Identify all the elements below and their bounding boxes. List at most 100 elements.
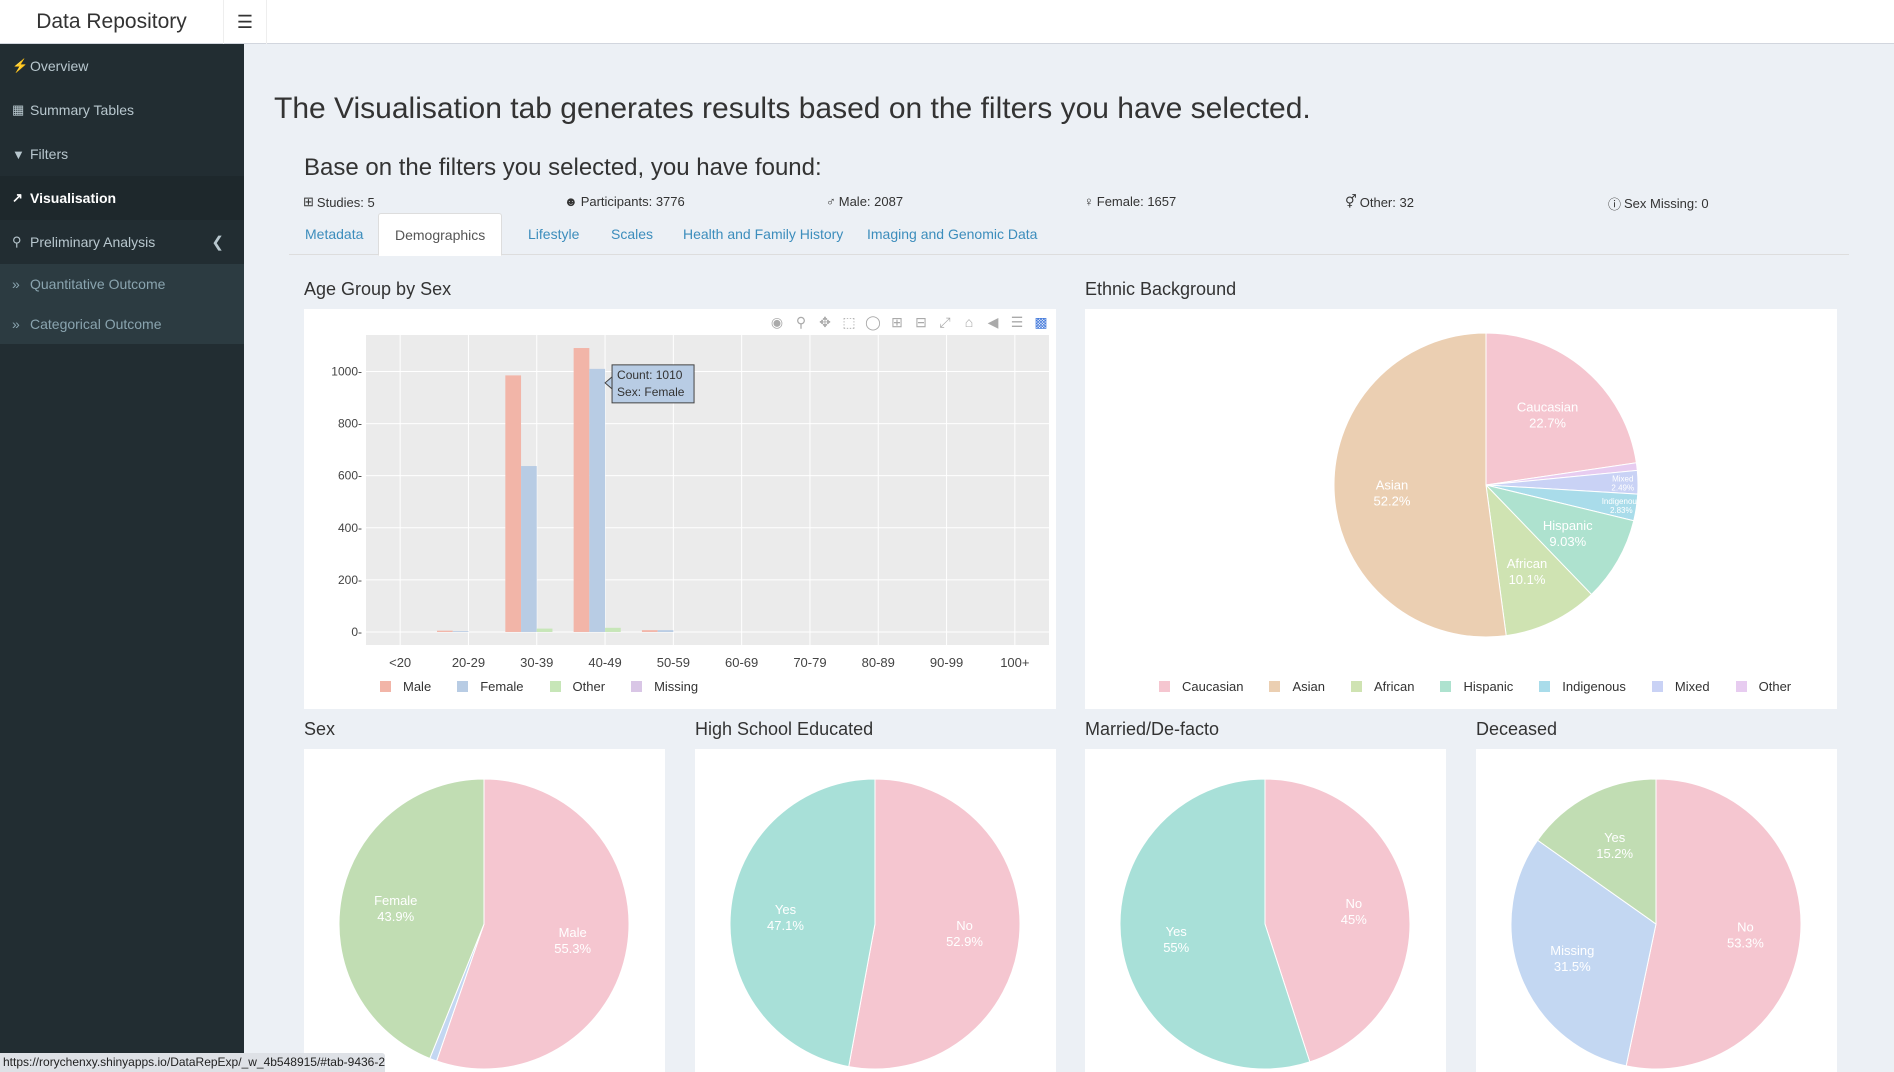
- sex-chart-title: Sex: [304, 719, 336, 739]
- legend-item-male[interactable]: Male: [380, 679, 431, 694]
- sidebar-item-label: Preliminary Analysis: [30, 234, 156, 250]
- y-tick-label: 0-: [351, 625, 362, 639]
- legend-label: Caucasian: [1182, 679, 1244, 694]
- sidebar-item-filters[interactable]: ▼ Filters: [0, 132, 244, 176]
- married-chart-title: Married/De-facto: [1085, 719, 1220, 739]
- x-tick-label: 60-69: [725, 655, 758, 670]
- legend-label: Female: [480, 679, 524, 694]
- search-icon: ⚲: [12, 234, 22, 249]
- legend-label: Hispanic: [1463, 679, 1514, 694]
- sidebar-item-summary-tables[interactable]: ▦ Summary Tables: [0, 88, 244, 132]
- pie-label: Mixed: [1612, 474, 1633, 483]
- legend-label: Indigenous: [1562, 679, 1626, 694]
- age-chart-legend: Male Female Other Missing: [380, 679, 724, 694]
- sidebar-item-categorical-outcome[interactable]: » Categorical Outcome: [0, 304, 244, 344]
- legend-item-asian[interactable]: Asian: [1269, 679, 1325, 694]
- pie-pct: 2.49%: [1611, 483, 1634, 492]
- pie-label: Yes: [1604, 830, 1626, 845]
- tooltip-sex: Sex: Female: [617, 385, 685, 399]
- pie-pct: 43.9%: [377, 909, 414, 924]
- pie-pct: 9.03%: [1549, 534, 1586, 549]
- tab-scales[interactable]: Scales: [595, 213, 669, 255]
- stat-label: Female: 1657: [1096, 194, 1177, 209]
- legend-item-female[interactable]: Female: [457, 679, 524, 694]
- pie-pct: 53.3%: [1727, 935, 1764, 950]
- legend-item-missing[interactable]: Missing: [631, 679, 698, 694]
- legend-label: Male: [403, 679, 432, 694]
- sidebar-item-overview[interactable]: ⚡ Overview: [0, 44, 244, 88]
- y-tick-label: 400-: [338, 521, 362, 535]
- app-title[interactable]: Data Repository: [0, 0, 224, 44]
- x-tick-label: <20: [389, 655, 411, 670]
- pie-pct: 15.2%: [1596, 846, 1633, 861]
- deceased-chart-title: Deceased: [1476, 719, 1558, 739]
- sidebar-item-visualisation[interactable]: ↗ Visualisation: [0, 176, 244, 220]
- deceased-pie-svg: No53.3% Missing31.5% Yes15.2%: [1510, 778, 1802, 1070]
- x-tick-label: 70-79: [793, 655, 826, 670]
- legend-swatch: [1440, 681, 1452, 692]
- sidebar-item-label: Visualisation: [30, 190, 117, 206]
- legend-item-indigenous[interactable]: Indigenous: [1539, 679, 1626, 694]
- x-tick-label: 20-29: [452, 655, 485, 670]
- legend-item-caucasian[interactable]: Caucasian: [1159, 679, 1243, 694]
- x-tick-label: 50-59: [657, 655, 690, 670]
- sex-chart-panel: Male 55.3% Female 43.9%: [304, 749, 665, 1072]
- tab-lifestyle[interactable]: Lifestyle: [512, 213, 595, 255]
- tab-demographics[interactable]: Demographics: [378, 213, 503, 256]
- legend-item-mixed[interactable]: Mixed: [1651, 679, 1710, 694]
- age-chart-title: Age Group by Sex: [304, 279, 452, 299]
- bar-other: [605, 627, 621, 632]
- bolt-icon: ⚡: [12, 58, 29, 73]
- pie-pct: 52.2%: [1374, 493, 1411, 508]
- sitemap-icon: ⊞: [303, 194, 314, 209]
- main-content: The Visualisation tab generates results …: [244, 44, 1894, 1072]
- legend-label: Mixed: [1674, 679, 1710, 694]
- stat-studies: ⊞ Studies: 5: [303, 194, 375, 210]
- pie-label: No: [956, 918, 973, 933]
- pie-pct: 31.5%: [1554, 959, 1591, 974]
- legend-item-other[interactable]: Other: [1735, 679, 1791, 694]
- ethnic-chart-title: Ethnic Background: [1085, 279, 1237, 299]
- legend-label: Other: [572, 679, 606, 694]
- education-chart-title: High School Educated: [695, 719, 874, 739]
- stat-female: ♀ Female: 1657: [1084, 194, 1176, 209]
- tab-bar: Metadata Demographics Lifestyle Scales H…: [289, 213, 1849, 256]
- sidebar-item-preliminary-analysis[interactable]: ⚲ Preliminary Analysis ❮: [0, 220, 244, 264]
- sidebar-item-quantitative-outcome[interactable]: » Quantitative Outcome: [0, 264, 244, 304]
- sidebar: ⚡ Overview ▦ Summary Tables ▼ Filters ↗ …: [0, 44, 244, 1072]
- tab-health-family-history[interactable]: Health and Family History: [667, 213, 859, 255]
- stat-label: Studies: 5: [316, 194, 375, 210]
- x-tick-label: 100+: [1000, 655, 1029, 670]
- pie-label: Missing: [1550, 943, 1594, 958]
- sidebar-item-label: Quantitative Outcome: [30, 276, 166, 292]
- pie-pct: 55%: [1163, 940, 1189, 955]
- bar-female: [589, 368, 606, 632]
- legend-item-hispanic[interactable]: Hispanic: [1440, 679, 1513, 694]
- legend-swatch: [1539, 681, 1551, 692]
- sidebar-item-label: Categorical Outcome: [30, 316, 162, 332]
- tab-imaging-genomic[interactable]: Imaging and Genomic Data: [851, 213, 1053, 255]
- sidebar-submenu: » Quantitative Outcome » Categorical Out…: [0, 264, 244, 344]
- users-icon: ☻: [564, 194, 578, 209]
- legend-swatch: [1159, 681, 1170, 692]
- sidebar-item-label: Summary Tables: [30, 102, 135, 118]
- status-bar-url: https://rorychenxy.shinyapps.io/DataRepE…: [0, 1053, 385, 1072]
- legend-item-african[interactable]: African: [1350, 679, 1414, 694]
- hamburger-icon[interactable]: ☰: [224, 0, 267, 44]
- legend-swatch: [1651, 681, 1663, 692]
- tab-metadata[interactable]: Metadata: [289, 213, 379, 255]
- legend-swatch: [549, 681, 561, 692]
- pie-label: Male: [559, 925, 587, 940]
- legend-item-other[interactable]: Other: [549, 679, 606, 694]
- sidebar-item-label: Overview: [30, 58, 89, 74]
- pie-pct: 2.83%: [1610, 506, 1633, 515]
- pie-label: Yes: [1166, 924, 1188, 939]
- sex-pie-svg: Male55.3% Female43.9%: [338, 778, 630, 1070]
- education-chart-panel: No 52.9% Yes 47.1%: [695, 749, 1056, 1072]
- y-tick-label: 600-: [338, 469, 362, 483]
- pie-pct: 47.1%: [767, 918, 804, 933]
- pie-pct: 55.3%: [554, 941, 591, 956]
- pie-label: Asian: [1376, 477, 1409, 492]
- top-header: Data Repository ☰: [0, 0, 1894, 44]
- y-tick-label: 200-: [338, 573, 362, 587]
